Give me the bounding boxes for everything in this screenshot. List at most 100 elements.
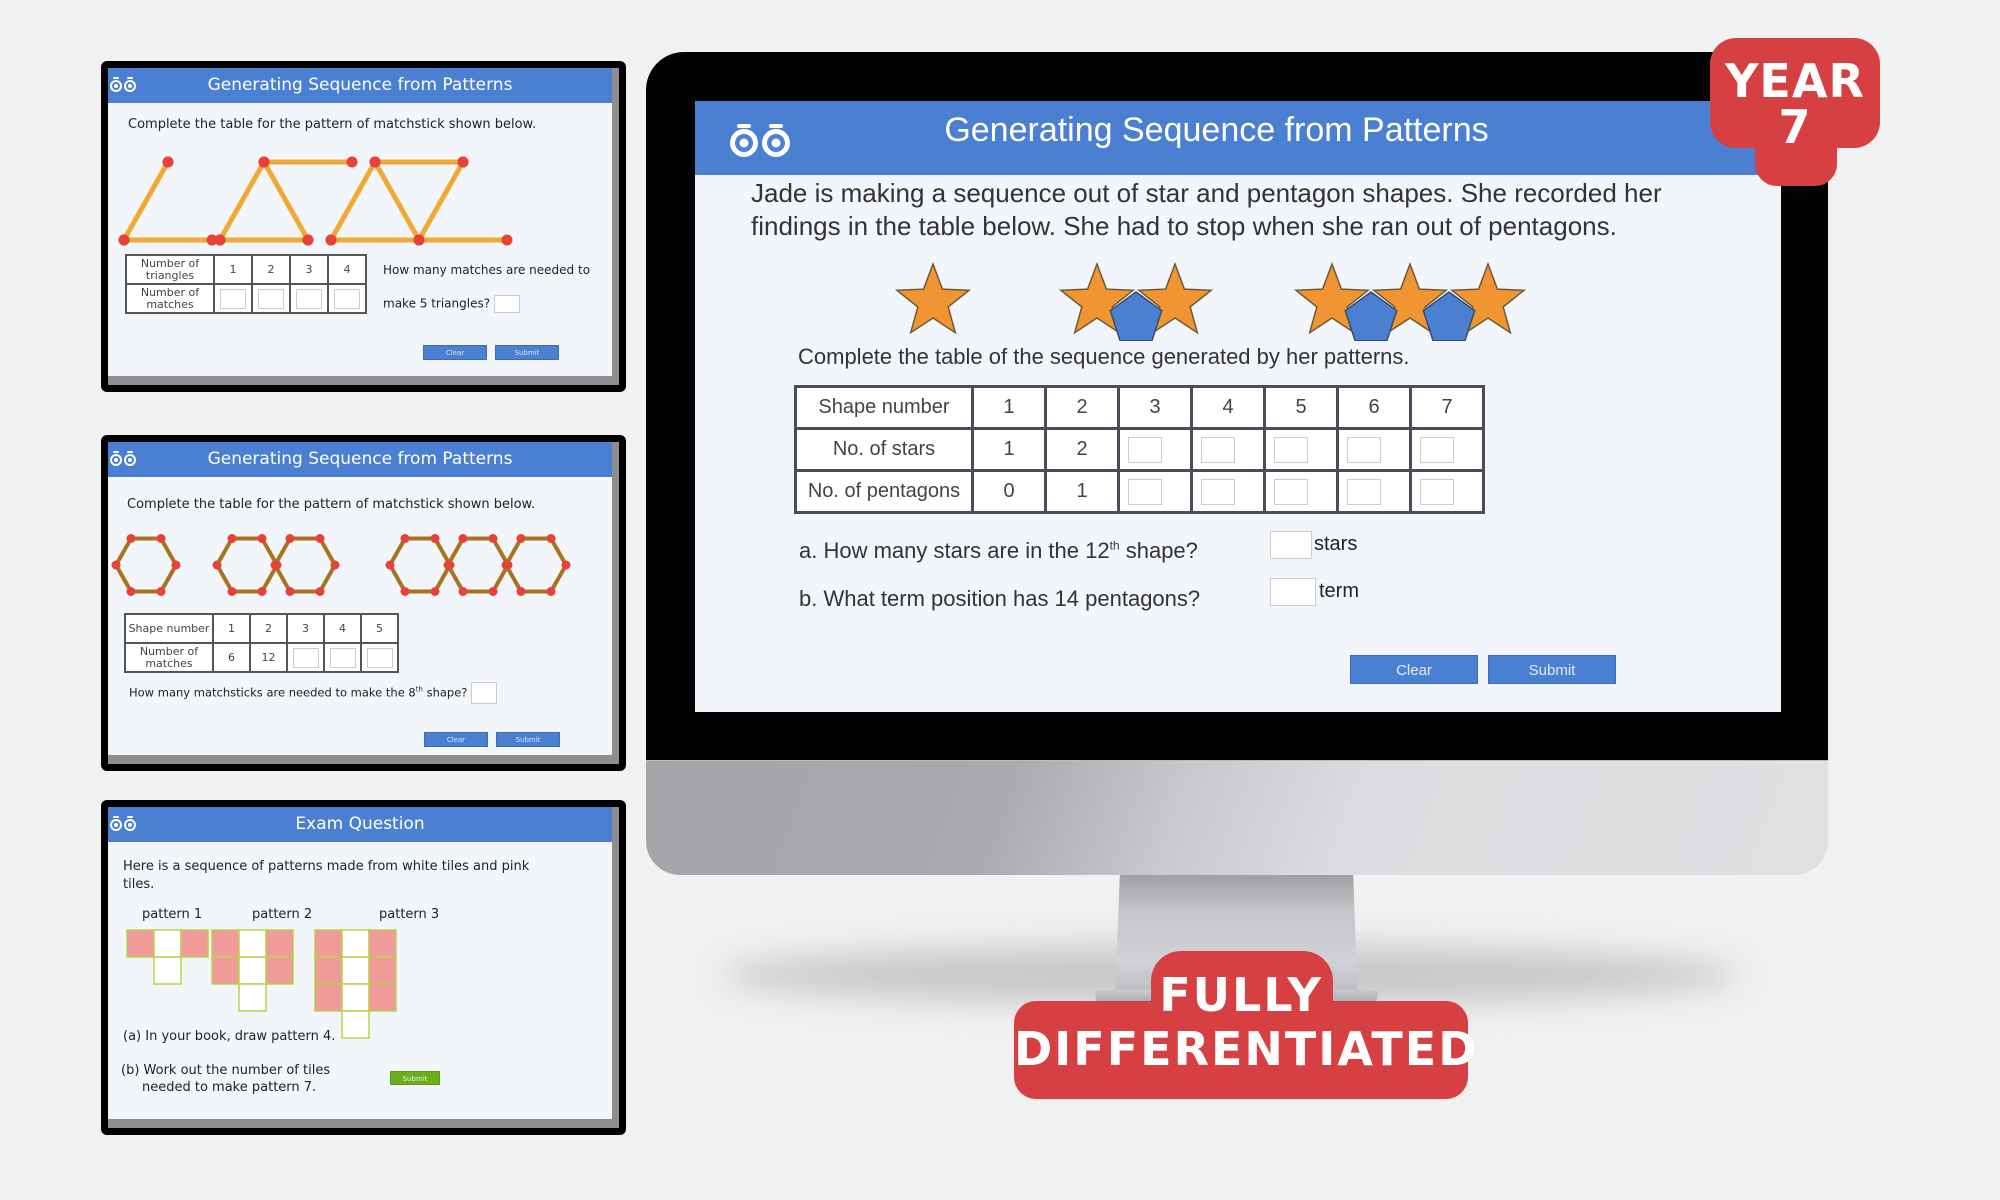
table-input-cell[interactable]	[1263, 469, 1339, 514]
joint-dot	[430, 533, 440, 543]
matches-input[interactable]	[220, 288, 246, 309]
matchstick	[549, 537, 568, 566]
joint-dot	[458, 587, 468, 597]
joint-dot	[488, 587, 498, 597]
table-input[interactable]	[1347, 436, 1381, 463]
answer-input[interactable]	[471, 682, 498, 704]
matches-input[interactable]	[258, 288, 284, 309]
matches-input[interactable]	[334, 288, 360, 309]
matchstick	[273, 564, 292, 593]
intro-text: Here is a sequence of patterns made from…	[123, 859, 530, 874]
part-b-text: needed to make pattern 7.	[142, 1080, 317, 1095]
table-input-cell[interactable]	[1117, 427, 1193, 472]
joint-dot	[501, 234, 513, 246]
joint-dot	[126, 533, 136, 543]
matches-input-cell[interactable]	[360, 642, 399, 673]
matches-input[interactable]	[292, 647, 319, 668]
pattern-label: pattern 1	[142, 907, 203, 922]
matches-input-cell[interactable]	[213, 283, 253, 314]
matchstick	[261, 160, 311, 242]
matches-input[interactable]	[366, 647, 393, 668]
table-input[interactable]	[1201, 478, 1235, 505]
thumbnail-triangles[interactable]: Generating Sequence from Patterns Comple…	[101, 61, 626, 392]
joint-dot	[400, 533, 410, 543]
table-cell: 3	[1117, 385, 1193, 430]
table-input[interactable]	[1128, 436, 1162, 463]
table-cell: 2	[251, 254, 291, 285]
table-input[interactable]	[1274, 436, 1308, 463]
term-answer-input[interactable]	[1270, 578, 1316, 606]
joint-dot	[315, 533, 325, 543]
table-input-cell[interactable]	[1409, 469, 1485, 514]
table-input-cell[interactable]	[1190, 469, 1266, 514]
question-prefix: How many matchsticks are needed to make …	[129, 685, 416, 700]
submit-button[interactable]: Submit	[1488, 655, 1616, 684]
row-label: Number of matches	[124, 642, 214, 673]
thumbnail-header: Generating Sequence from Patterns	[108, 442, 612, 477]
submit-button[interactable]: Submit	[496, 732, 560, 747]
year-number: 7	[1778, 100, 1812, 154]
table-cell: 3	[289, 254, 329, 285]
white-tile	[153, 929, 182, 958]
matches-input-cell[interactable]	[323, 642, 362, 673]
table-input[interactable]	[1274, 478, 1308, 505]
joint-dot	[546, 533, 556, 543]
joint-dot	[546, 587, 556, 597]
table-cell: 2	[1044, 385, 1120, 430]
triangle-pattern-figure	[118, 156, 513, 246]
question-text: How many matches are needed to	[383, 263, 591, 277]
table-input[interactable]	[1128, 478, 1162, 505]
matchstick	[121, 160, 171, 242]
matches-input-cell[interactable]	[289, 283, 329, 314]
stars-answer-input[interactable]	[1270, 531, 1312, 559]
table-input[interactable]	[1347, 478, 1381, 505]
table-input-cell[interactable]	[1117, 469, 1193, 514]
clear-button[interactable]: Clear	[424, 732, 488, 747]
matchstick	[318, 537, 337, 566]
joint-dot	[400, 587, 410, 597]
question-suffix: shape?	[422, 685, 468, 700]
joint-dot	[488, 533, 498, 543]
joint-dot	[458, 533, 468, 543]
joint-dot	[430, 587, 440, 597]
thumbnail-exam-question[interactable]: Exam Question Here is a sequence of patt…	[101, 800, 626, 1135]
table-cell: 1	[971, 427, 1047, 472]
joint-dot	[118, 234, 130, 246]
submit-button[interactable]: Submit	[495, 345, 559, 360]
pink-tile	[126, 929, 155, 958]
clear-button[interactable]: Clear	[1350, 655, 1478, 684]
matches-input[interactable]	[329, 647, 356, 668]
joint-dot	[257, 533, 267, 543]
clear-button[interactable]: Clear	[423, 345, 487, 360]
submit-button[interactable]: Submit	[390, 1071, 440, 1085]
table-input-cell[interactable]	[1263, 427, 1339, 472]
matchstick	[388, 537, 407, 566]
tile-pattern-figure	[126, 929, 397, 1039]
joint-dot	[516, 533, 526, 543]
table-input-cell[interactable]	[1336, 427, 1412, 472]
pink-tile	[211, 956, 240, 985]
table-cell: 6	[1336, 385, 1412, 430]
matches-input-cell[interactable]	[327, 283, 367, 314]
triangle-pattern-1	[118, 156, 513, 246]
answer-input[interactable]	[493, 295, 520, 313]
thumbnail-title: Generating Sequence from Patterns	[207, 75, 513, 95]
joint-dot	[156, 587, 166, 597]
table-input-cell[interactable]	[1409, 427, 1485, 472]
term-unit-label: term	[1319, 580, 1359, 602]
matches-input[interactable]	[296, 288, 322, 309]
table-row: Number of matches 6 12	[124, 642, 399, 673]
thumbnail-hexagons[interactable]: Generating Sequence from Patterns Comple…	[101, 435, 626, 771]
table-cell: 6	[212, 642, 251, 673]
matches-input-cell[interactable]	[286, 642, 325, 673]
table-input[interactable]	[1420, 478, 1454, 505]
table-input[interactable]	[1420, 436, 1454, 463]
monitor-chin	[646, 760, 1828, 875]
joint-dot	[325, 234, 337, 246]
table-input-cell[interactable]	[1336, 469, 1412, 514]
table-input[interactable]	[1201, 436, 1235, 463]
pink-tile	[368, 929, 397, 958]
white-tile	[341, 929, 370, 958]
table-input-cell[interactable]	[1190, 427, 1266, 472]
matches-input-cell[interactable]	[251, 283, 291, 314]
